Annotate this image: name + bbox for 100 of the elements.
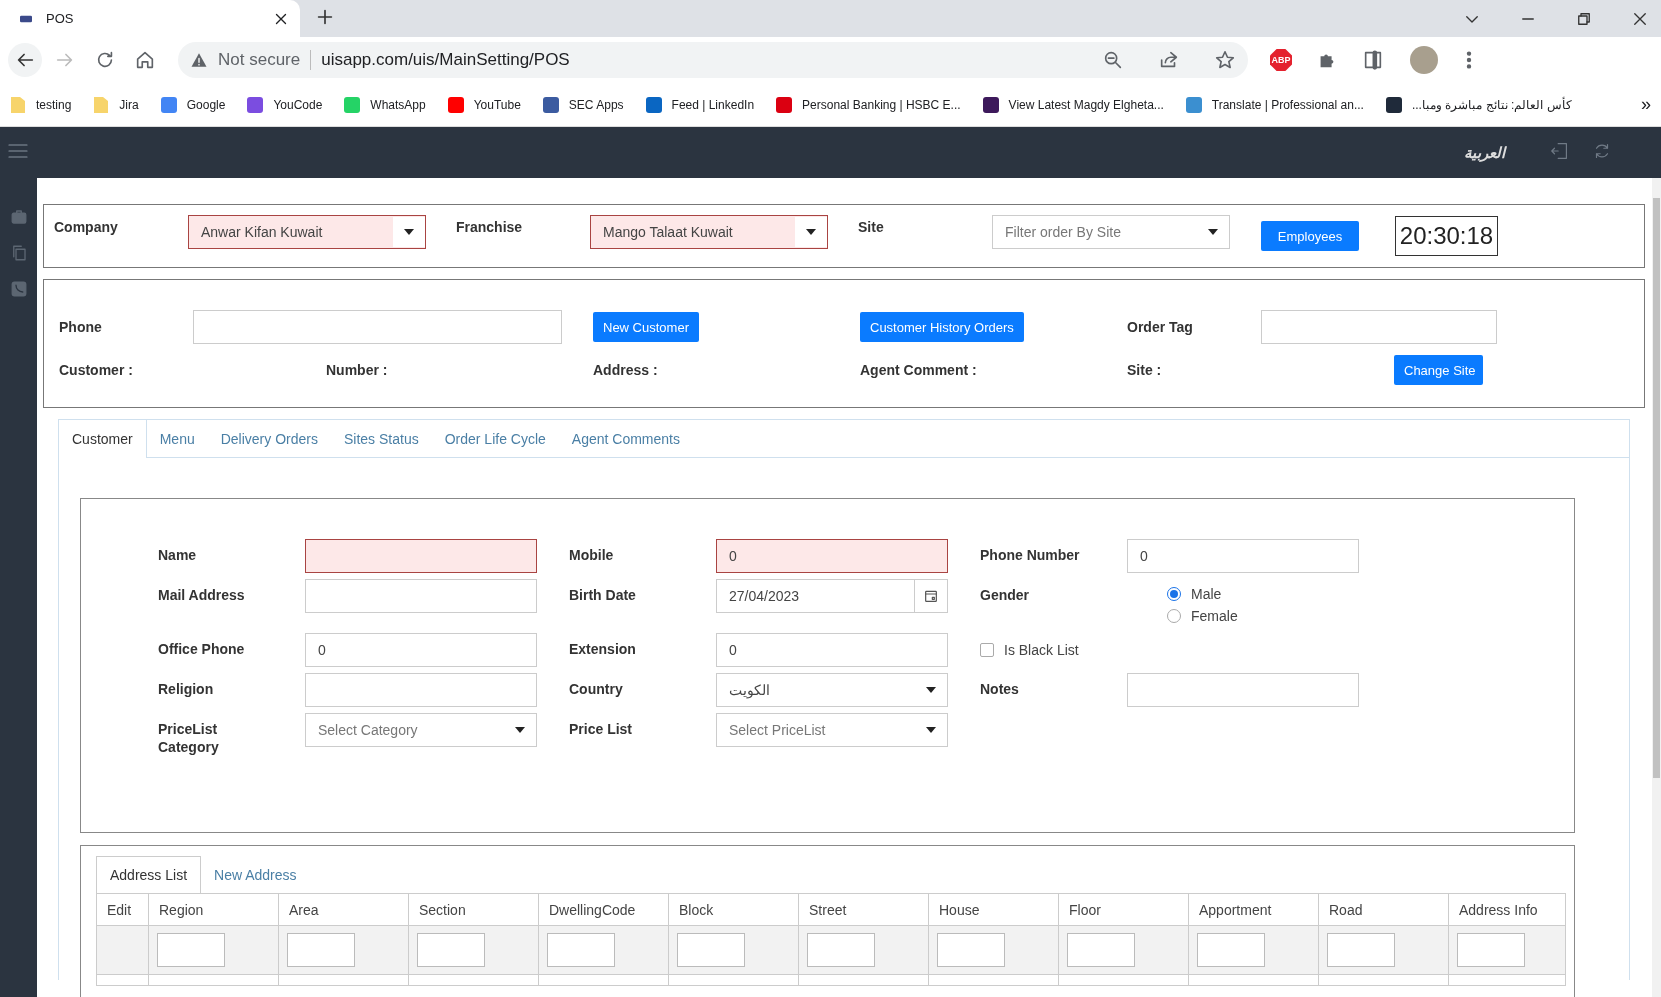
checkbox[interactable] <box>980 643 994 657</box>
home-icon[interactable] <box>134 49 156 71</box>
column-header: Edit <box>96 893 149 926</box>
bookmark-link[interactable]: Feed | LinkedIn <box>671 97 755 112</box>
info-label: Site : <box>1127 362 1163 378</box>
bookmark-link[interactable]: WhatsApp <box>370 97 426 112</box>
dropdown-field[interactable]: Select Category <box>305 713 537 747</box>
filter-field[interactable] <box>1327 933 1395 967</box>
date-field[interactable]: 27/04/2023 <box>716 579 948 613</box>
customer-panel: Phone New Customer Customer History Orders Order Tag Customer : Number : Address : Agent Comment : Site : Change Site <box>43 279 1645 408</box>
field-label: Name <box>158 546 198 564</box>
input-field[interactable]: 0 <box>1127 539 1359 573</box>
field-label: Price List <box>569 720 634 738</box>
bookmark-link[interactable]: كأس العالم: نتائج مباشرة ومبا... <box>1411 97 1572 112</box>
info-label: Number : <box>326 362 389 378</box>
phone-field[interactable] <box>192 310 562 344</box>
change-site-button[interactable]: Change Site <box>1394 355 1483 385</box>
filter-field[interactable] <box>1067 933 1135 967</box>
new-customer-button[interactable]: New Customer <box>593 312 699 342</box>
field-label: Religion <box>158 680 215 698</box>
field-label: Extension <box>569 640 637 658</box>
dropdown-field[interactable]: Mango Talaat Kuwait <box>590 215 828 249</box>
caret-icon <box>1208 228 1218 236</box>
order-tag-field[interactable] <box>1260 310 1497 344</box>
filter-field[interactable] <box>1197 933 1265 967</box>
column-header: Region <box>148 893 279 926</box>
column-header: Block <box>668 893 799 926</box>
caret-icon <box>806 228 816 236</box>
bookmark-link[interactable]: View Latest Magdy Elgheta... <box>1008 97 1164 112</box>
field-label: Birth Date <box>569 586 637 604</box>
bookmark-link[interactable]: SEC Apps <box>568 97 624 112</box>
field-label: Notes <box>980 680 1020 698</box>
caret-icon <box>404 228 414 236</box>
zoom-out-icon[interactable] <box>1102 49 1124 71</box>
extension-badge[interactable]: ABP <box>1270 49 1292 71</box>
bookmark-link[interactable]: testing <box>36 97 72 112</box>
bookmark-link[interactable]: Personal Banking | HSBC E... <box>802 97 961 112</box>
info-label: Customer : <box>59 362 134 378</box>
dropdown-field[interactable]: Anwar Kifan Kuwait <box>188 215 426 249</box>
input-field[interactable] <box>305 539 537 573</box>
filter-field[interactable] <box>937 933 1005 967</box>
field-label: PriceList Category <box>158 720 220 756</box>
more-bookmarks-button[interactable]: » <box>1641 94 1651 115</box>
info-label: Address : <box>593 362 659 378</box>
calendar-icon[interactable] <box>923 588 939 604</box>
tab[interactable]: Order Life Cycle <box>431 420 559 457</box>
caret-icon <box>926 726 936 734</box>
column-header: Road <box>1318 893 1449 926</box>
star-icon[interactable] <box>1214 49 1236 71</box>
info-label: Agent Comment : <box>860 362 978 378</box>
filter-field[interactable] <box>547 933 615 967</box>
field-label: Mobile <box>569 546 615 564</box>
history-orders-button[interactable]: Customer History Orders <box>860 312 1024 342</box>
side-panel-icon[interactable] <box>1362 49 1384 71</box>
briefcase-icon[interactable] <box>9 208 28 226</box>
filter-field[interactable] <box>287 933 355 967</box>
tab[interactable]: Address List <box>96 856 202 893</box>
tab[interactable]: Menu <box>146 420 208 457</box>
field-label: Order Tag <box>1127 319 1194 335</box>
radio-label: Female <box>1191 608 1238 624</box>
checkbox-label: Is Black List <box>1004 642 1079 658</box>
employees-button[interactable]: Employees <box>1261 221 1359 251</box>
input-field[interactable]: 0 <box>305 633 537 667</box>
bookmark-link[interactable]: Translate | Professional an... <box>1211 97 1364 112</box>
tab[interactable]: Sites Status <box>330 420 432 457</box>
filter-field[interactable] <box>677 933 745 967</box>
dropdown-field[interactable]: الكويت <box>716 673 948 707</box>
tab[interactable]: Delivery Orders <box>207 420 331 457</box>
column-header: Floor <box>1058 893 1189 926</box>
tab[interactable]: New Address <box>201 856 310 893</box>
dropdown-field[interactable]: Select PriceList <box>716 713 948 747</box>
avatar[interactable] <box>1410 46 1438 74</box>
field-label: Company <box>54 219 119 235</box>
filter-field[interactable] <box>157 933 225 967</box>
tab[interactable]: Customer <box>59 420 147 458</box>
bookmark-link[interactable]: Jira <box>119 97 139 112</box>
column-header: Apportment <box>1188 893 1319 926</box>
filter-field[interactable] <box>807 933 875 967</box>
tab[interactable]: Agent Comments <box>558 420 693 457</box>
field-label: Office Phone <box>158 640 246 658</box>
warning-icon <box>190 51 208 69</box>
field-label: Site <box>858 219 885 235</box>
filter-field[interactable] <box>1457 933 1525 967</box>
browser-tab[interactable]: POS <box>0 0 300 37</box>
scrollbar[interactable] <box>1652 178 1661 997</box>
caret-icon <box>926 686 936 694</box>
bookmark-link[interactable]: YouCode <box>273 97 323 112</box>
bookmark-link[interactable]: Google <box>186 97 226 112</box>
address-bar[interactable]: Not secure uisapp.com/uis/MainSetting/POS <box>178 42 1248 78</box>
language-link[interactable]: العربية <box>1464 143 1505 162</box>
column-header: Street <box>798 893 929 926</box>
input-field[interactable]: 0 <box>716 539 948 573</box>
input-field[interactable]: 0 <box>716 633 948 667</box>
radio-button[interactable] <box>1167 609 1181 623</box>
bookmark-link[interactable]: YouTube <box>473 97 521 112</box>
filter-field[interactable] <box>417 933 485 967</box>
radio-button[interactable] <box>1167 587 1181 601</box>
phone-icon[interactable] <box>9 280 28 298</box>
dropdown-field[interactable]: Filter order By Site <box>992 215 1230 249</box>
field-label: Gender <box>980 586 1030 604</box>
